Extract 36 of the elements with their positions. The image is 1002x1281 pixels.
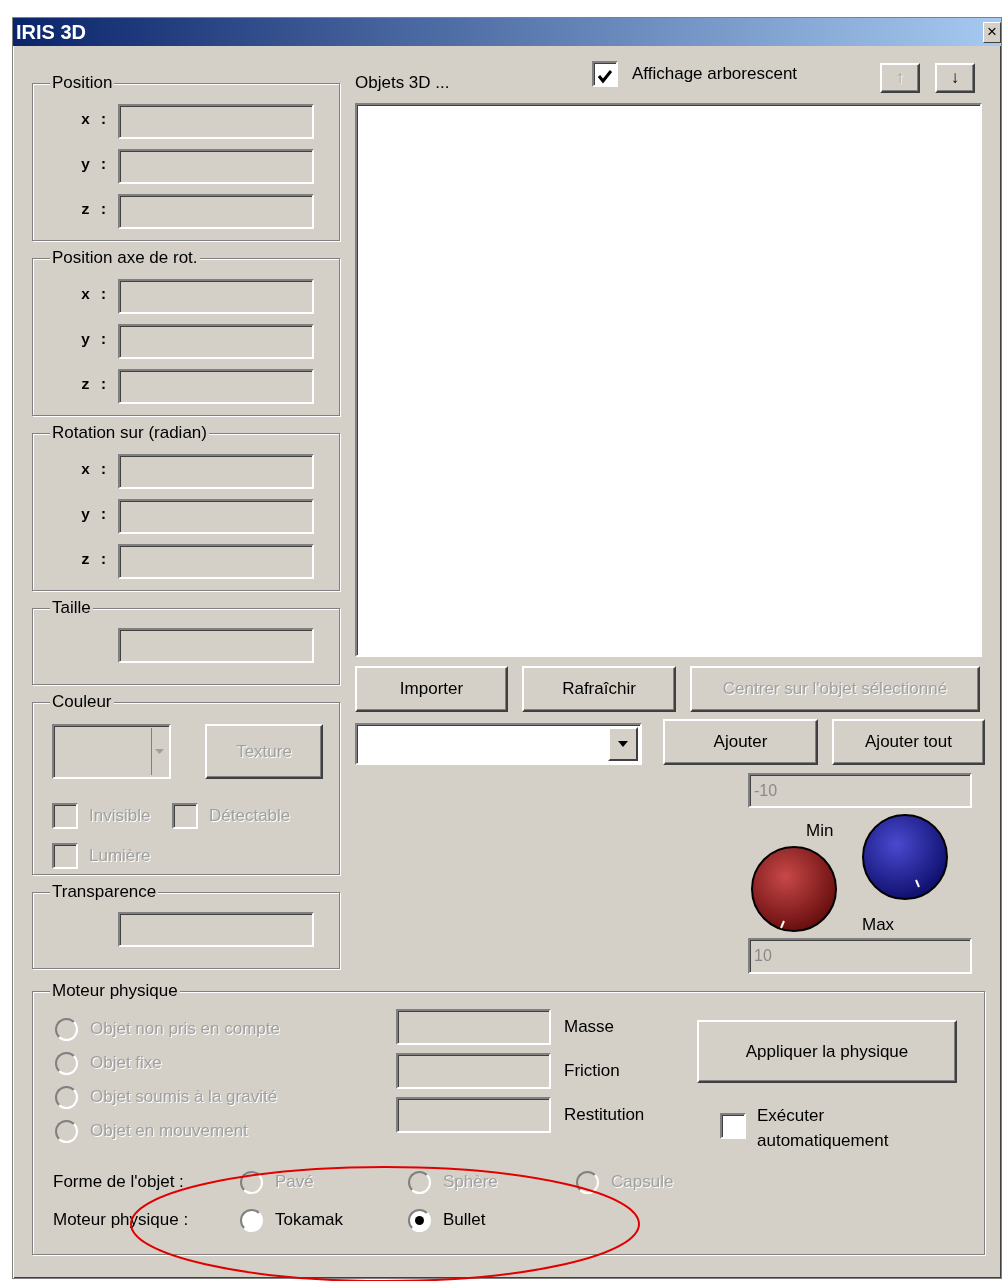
field-label: Friction [564, 1060, 620, 1083]
field-label: Masse [564, 1016, 615, 1039]
button[interactable]: ↓ [935, 63, 975, 93]
field-label: y : [80, 156, 109, 177]
field-label: z : [80, 201, 109, 222]
checkbox[interactable]: Exécuter automatiquement [720, 1103, 957, 1153]
list-label: Objets 3D ... [355, 73, 451, 93]
group-title: Transparence [50, 882, 159, 902]
button[interactable]: Rafraîchir [522, 666, 676, 712]
field-label: y : [80, 506, 109, 527]
field-label: z : [80, 376, 109, 397]
row-label: Forme de l'objet : [53, 1171, 185, 1194]
field-label: x : [80, 461, 109, 482]
button[interactable]: Importer [355, 666, 508, 712]
caret-icon [155, 749, 164, 754]
group-title: Rotation sur (radian) [50, 423, 209, 443]
field-label: x : [80, 286, 109, 307]
radio-button[interactable]: Bullet [408, 1203, 576, 1237]
knob-icon[interactable] [861, 813, 949, 901]
field-label: Restitution [564, 1104, 645, 1127]
field-label: z : [80, 551, 109, 572]
knob-label: Min [806, 820, 834, 842]
window-title: IRIS 3D [16, 20, 87, 44]
dropdown[interactable] [355, 723, 642, 765]
field-label: x : [80, 111, 109, 132]
button[interactable]: Ajouter [663, 719, 818, 765]
button[interactable]: Appliquer la physique [697, 1020, 957, 1083]
knob-icon[interactable] [750, 845, 838, 933]
knob-label: Max [862, 914, 895, 936]
field-label: y : [80, 331, 109, 352]
radio-button[interactable]: Tokamak [240, 1203, 408, 1237]
caret-icon [618, 741, 628, 747]
button[interactable]: Ajouter tout [832, 719, 985, 765]
close-button[interactable]: × [983, 21, 1001, 43]
checkbox[interactable]: Affichage arborescent [592, 59, 798, 89]
group-title: Moteur physique [50, 981, 180, 1001]
